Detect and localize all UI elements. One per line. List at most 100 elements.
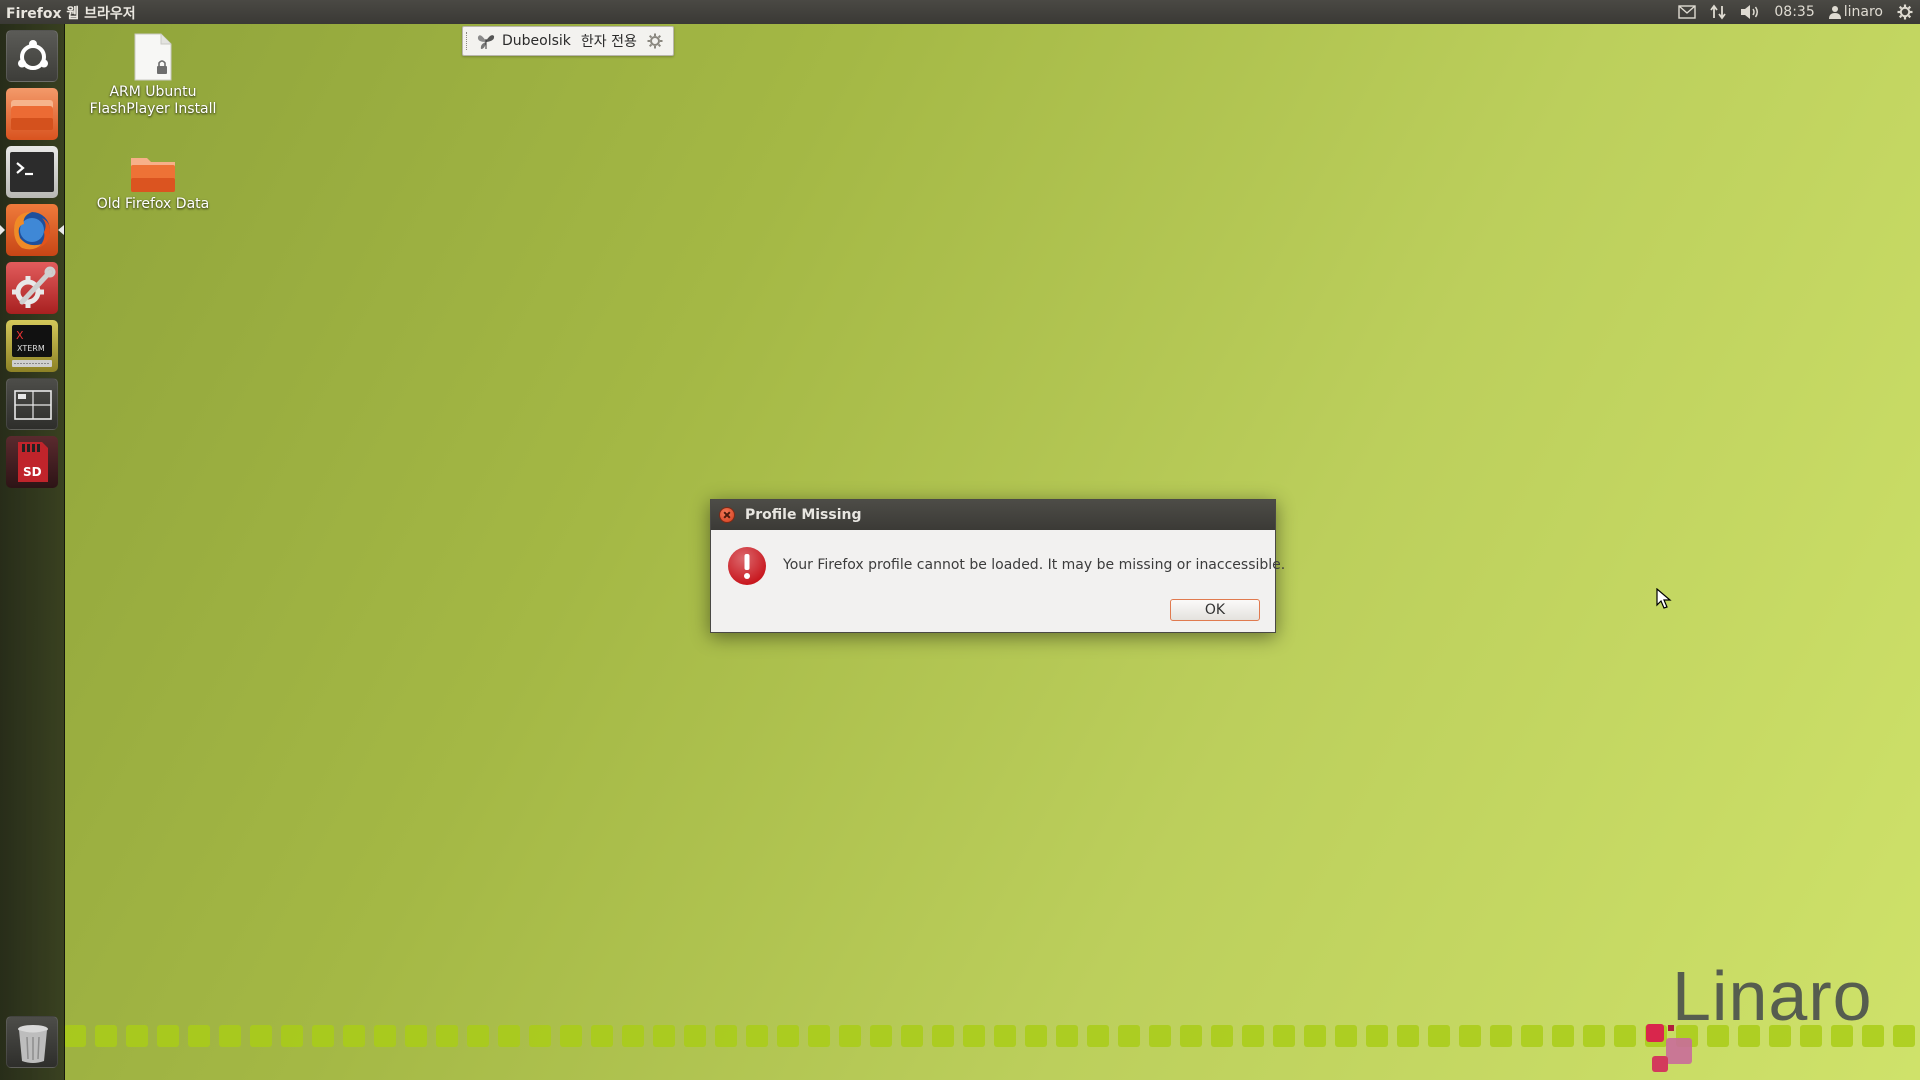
user-name: linaro	[1843, 4, 1883, 20]
svg-text:XTERM: XTERM	[17, 344, 45, 353]
desktop-icon-label: ARM Ubuntu	[109, 84, 197, 100]
wallpaper-square	[1335, 1025, 1357, 1047]
session-menu[interactable]	[1890, 0, 1920, 24]
close-icon[interactable]	[719, 507, 735, 523]
wallpaper-square	[281, 1025, 303, 1047]
wallpaper-square	[1180, 1025, 1202, 1047]
wallpaper-square	[684, 1025, 706, 1047]
ime-settings-button[interactable]	[642, 27, 668, 55]
ubuntu-logo-icon	[18, 40, 48, 70]
mouse-cursor-icon	[1656, 588, 1672, 609]
launcher-sd-card[interactable]: SD	[6, 436, 58, 488]
wallpaper-square	[746, 1025, 768, 1047]
wallpaper-square	[839, 1025, 861, 1047]
desktop-icon-old-firefox-data[interactable]: Old Firefox Data	[78, 152, 228, 213]
wallpaper-square	[250, 1025, 272, 1047]
wallpaper-square	[498, 1025, 520, 1047]
ime-mode-button[interactable]: 한자 전용	[576, 27, 642, 55]
active-app-title: Firefox 웹 브라우저	[6, 6, 136, 22]
wallpaper-square	[1893, 1025, 1915, 1047]
error-exclamation-icon	[728, 547, 766, 585]
folder-icon	[11, 100, 53, 130]
wallpaper-square	[994, 1025, 1016, 1047]
ok-button[interactable]: OK	[1170, 599, 1260, 621]
launcher-active-indicator	[58, 225, 64, 235]
launcher-trash[interactable]	[6, 1016, 58, 1068]
wallpaper-square	[1366, 1025, 1388, 1047]
launcher-xterm[interactable]: X XTERM	[6, 320, 58, 372]
desktop-icon-label: Old Firefox Data	[96, 196, 210, 212]
firefox-icon	[14, 212, 50, 250]
wallpaper-square	[777, 1025, 799, 1047]
wallpaper-square	[157, 1025, 179, 1047]
wallpaper-square	[405, 1025, 427, 1047]
trash-icon	[18, 1025, 48, 1063]
wallpaper-square	[1242, 1025, 1264, 1047]
wallpaper-square	[1149, 1025, 1171, 1047]
sound-indicator[interactable]	[1733, 0, 1767, 24]
clock[interactable]: 08:35	[1767, 0, 1821, 24]
wallpaper-square	[1428, 1025, 1450, 1047]
wallpaper-square	[126, 1025, 148, 1047]
wallpaper-square	[1211, 1025, 1233, 1047]
wallpaper-square	[529, 1025, 551, 1047]
gear-icon	[647, 33, 663, 49]
svg-text:SD: SD	[23, 465, 42, 479]
linaro-logo-text: Linaro	[1672, 957, 1873, 1035]
wallpaper-square	[932, 1025, 954, 1047]
system-tray: 08:35 linaro	[1671, 0, 1920, 24]
wallpaper-squares	[64, 1025, 1915, 1047]
launcher-running-indicator	[0, 225, 5, 235]
wallpaper-square	[901, 1025, 923, 1047]
network-indicator[interactable]	[1703, 0, 1733, 24]
launcher-dash-home[interactable]	[6, 30, 58, 82]
user-menu[interactable]: linaro	[1822, 0, 1890, 24]
messaging-indicator[interactable]	[1671, 0, 1703, 24]
desktop: Firefox 웹 브라우저 08:35 linaro X XTERM SD A…	[0, 0, 1920, 1080]
ime-mode-label: 한자 전용	[580, 34, 637, 50]
network-arrows-icon	[1710, 4, 1727, 20]
launcher-terminal[interactable]	[6, 146, 58, 198]
wallpaper-square	[1273, 1025, 1295, 1047]
wallpaper-square	[1025, 1025, 1047, 1047]
svg-text:X: X	[16, 329, 24, 342]
wallpaper-square	[1118, 1025, 1140, 1047]
wallpaper-square	[436, 1025, 458, 1047]
ime-layout-button[interactable]: Dubeolsik	[471, 27, 576, 55]
wallpaper-square	[343, 1025, 365, 1047]
linaro-logo-mark	[1646, 1024, 1692, 1072]
ime-layout-label: Dubeolsik	[502, 33, 571, 49]
wallpaper-square	[1459, 1025, 1481, 1047]
wallpaper-square	[1521, 1025, 1543, 1047]
desktop-icon-flashplayer-install[interactable]: ARM Ubuntu FlashPlayer Install	[78, 32, 228, 118]
wallpaper-square	[963, 1025, 985, 1047]
dialog-titlebar[interactable]: Profile Missing	[711, 500, 1275, 530]
sd-card-icon: SD	[18, 442, 48, 482]
wallpaper-square	[467, 1025, 489, 1047]
dialog-message: Your Firefox profile cannot be loaded. I…	[783, 557, 1286, 573]
wallpaper-squares-strip	[64, 1024, 1920, 1048]
wallpaper-square	[1056, 1025, 1078, 1047]
launcher-files[interactable]	[6, 88, 58, 140]
launcher-firefox[interactable]	[6, 204, 58, 256]
wallpaper-square	[622, 1025, 644, 1047]
envelope-icon	[1678, 5, 1697, 19]
desktop-icon-label: FlashPlayer Install	[89, 101, 217, 117]
wallpaper-square	[591, 1025, 613, 1047]
wallpaper-square	[1087, 1025, 1109, 1047]
wallpaper-square	[1552, 1025, 1574, 1047]
launcher-system-settings[interactable]	[6, 262, 58, 314]
wallpaper-square	[95, 1025, 117, 1047]
wallpaper-square	[374, 1025, 396, 1047]
wallpaper-square	[1397, 1025, 1419, 1047]
butterfly-icon	[477, 35, 495, 49]
launcher-workspace-switcher[interactable]	[6, 378, 58, 430]
wallpaper-square	[1583, 1025, 1605, 1047]
user-icon	[1828, 6, 1841, 19]
dialog-body: Your Firefox profile cannot be loaded. I…	[711, 530, 1285, 634]
top-panel: Firefox 웹 브라우저 08:35 linaro	[0, 0, 1920, 24]
wallpaper-square	[808, 1025, 830, 1047]
locked-file-icon	[134, 33, 172, 81]
gear-icon	[1897, 4, 1913, 20]
folder-icon	[131, 158, 175, 192]
